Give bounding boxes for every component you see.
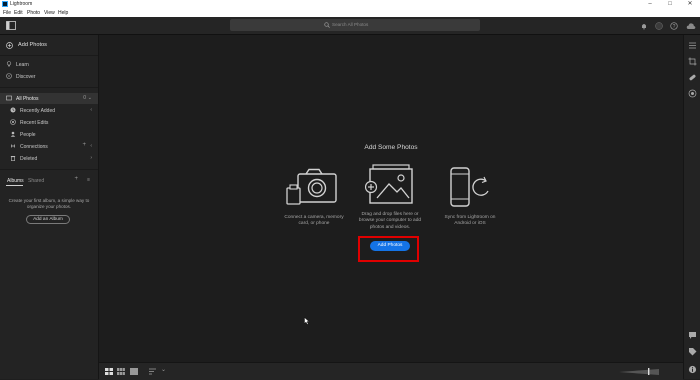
grid-view-icon[interactable] — [105, 368, 113, 375]
phone-sync-icon — [450, 167, 489, 207]
connections-icon — [11, 144, 15, 148]
chevron-right-icon[interactable]: › — [90, 155, 92, 161]
info-icon[interactable] — [688, 365, 697, 374]
right-toolbar — [683, 35, 700, 379]
add-circle-icon — [6, 42, 13, 49]
menu-view[interactable]: View — [44, 10, 55, 16]
trash-icon — [10, 155, 16, 161]
mouse-cursor-icon — [304, 317, 310, 325]
divider — [0, 87, 98, 88]
menu-edit[interactable]: Edit — [14, 10, 23, 16]
svg-text:?: ? — [673, 24, 676, 30]
chevron-down-icon[interactable]: ⌄ — [88, 95, 92, 101]
photos-icon — [6, 95, 12, 101]
minimize-button[interactable]: – — [640, 0, 660, 9]
square-grid-view-icon[interactable] — [117, 368, 125, 375]
sidebar-item-label: Deleted — [20, 155, 38, 162]
main-content: Add Some Photos Connect a camera, memory… — [99, 35, 683, 362]
help-icon[interactable]: ? — [670, 22, 678, 30]
sidebar-item-label: Learn — [16, 61, 29, 68]
left-sidebar: Add Photos Learn Discover All Photos 0 ⌄… — [0, 35, 99, 379]
chevron-left-icon[interactable]: ‹ — [90, 107, 92, 113]
add-album-button[interactable]: Add an Album — [26, 215, 70, 224]
sidebar-item-label: People — [20, 131, 36, 138]
tab-shared[interactable]: Shared — [28, 178, 44, 184]
crop-icon[interactable] — [688, 57, 697, 66]
camera-icon — [286, 168, 337, 205]
search-icon — [324, 22, 330, 28]
sidebar-item-people[interactable]: People — [0, 129, 98, 140]
add-connection-icon[interactable]: + — [82, 142, 86, 148]
highlight-box — [358, 236, 419, 262]
account-avatar-icon[interactable] — [655, 22, 663, 30]
bottom-toolbar: ⌄ — [99, 362, 683, 380]
sidebar-item-deleted[interactable]: Deleted › — [0, 153, 98, 164]
empty-state-headline: Add Some Photos — [364, 144, 418, 151]
chevron-down-icon[interactable]: ⌄ — [161, 366, 166, 373]
window-title: Lightroom — [10, 1, 33, 7]
sidebar-item-label: Recently Added — [20, 107, 56, 114]
comment-icon[interactable] — [688, 331, 697, 340]
lightbulb-icon — [6, 61, 12, 67]
tag-icon[interactable] — [688, 347, 697, 356]
divider — [0, 55, 98, 56]
lightroom-app-icon — [2, 1, 8, 7]
tab-albums[interactable]: Albums — [7, 178, 24, 184]
thumbnail-size-slider[interactable] — [619, 367, 663, 376]
edit-history-icon — [10, 119, 16, 125]
option-mobile-caption: Sync from Lightroom on Android or iOS — [444, 215, 496, 227]
sidebar-item-discover[interactable]: Discover — [0, 71, 98, 82]
sidebar-item-label: Recent Edits — [20, 119, 49, 126]
clock-icon — [10, 107, 16, 113]
masking-icon[interactable] — [688, 89, 697, 98]
search-placeholder: Search All Photos — [332, 22, 369, 27]
sort-options-icon[interactable] — [149, 368, 159, 375]
albums-empty-message: Create your first album, a simple way to… — [8, 198, 90, 209]
menu-file[interactable]: File — [3, 10, 11, 16]
option-camera-caption: Connect a camera, memory card, or phone — [284, 215, 344, 227]
sidebar-item-label: Discover — [16, 73, 36, 80]
notification-bell-icon[interactable] — [640, 22, 648, 30]
sidebar-add-photos-label: Add Photos — [18, 42, 47, 48]
sidebar-item-connections[interactable]: Connections + ‹ — [0, 141, 98, 152]
sidebar-item-all-photos[interactable]: All Photos 0 ⌄ — [0, 93, 98, 104]
sidebar-item-recent-edits[interactable]: Recent Edits — [0, 117, 98, 128]
title-bar: Lightroom – □ ✕ — [0, 0, 700, 9]
active-tab-underline — [6, 185, 23, 186]
menu-help[interactable]: Help — [58, 10, 68, 16]
sidebar-item-learn[interactable]: Learn — [0, 59, 98, 70]
cloud-sync-icon[interactable] — [686, 22, 696, 30]
divider — [0, 169, 98, 170]
sort-icon[interactable]: ≡ — [87, 177, 90, 183]
option-drag-drop-caption: Drag and drop files here or browse your … — [358, 212, 422, 230]
close-button[interactable]: ✕ — [680, 0, 700, 9]
detail-view-icon[interactable] — [130, 368, 138, 375]
compass-icon — [6, 73, 12, 79]
chevron-left-icon[interactable]: ‹ — [90, 143, 92, 149]
search-box[interactable]: Search All Photos — [230, 19, 480, 31]
maximize-button[interactable]: □ — [660, 0, 680, 9]
sidebar-item-label: All Photos — [16, 95, 39, 102]
edit-sliders-icon[interactable] — [688, 41, 697, 50]
sidebar-add-photos[interactable]: Add Photos — [0, 39, 98, 51]
person-icon — [10, 131, 16, 137]
menu-photo[interactable]: Photo — [27, 10, 40, 16]
all-photos-count: 0 — [83, 95, 86, 101]
sidebar-item-recently-added[interactable]: Recently Added ‹ — [0, 105, 98, 116]
add-album-plus-icon[interactable]: + — [74, 176, 78, 182]
add-image-icon — [365, 164, 413, 204]
panel-toggle-icon[interactable] — [6, 21, 16, 30]
top-toolbar: Search All Photos ? — [0, 17, 700, 35]
healing-brush-icon[interactable] — [688, 73, 697, 82]
albums-tab-bar: Albums Shared + ≡ — [0, 175, 98, 186]
sidebar-item-label: Connections — [20, 143, 48, 150]
